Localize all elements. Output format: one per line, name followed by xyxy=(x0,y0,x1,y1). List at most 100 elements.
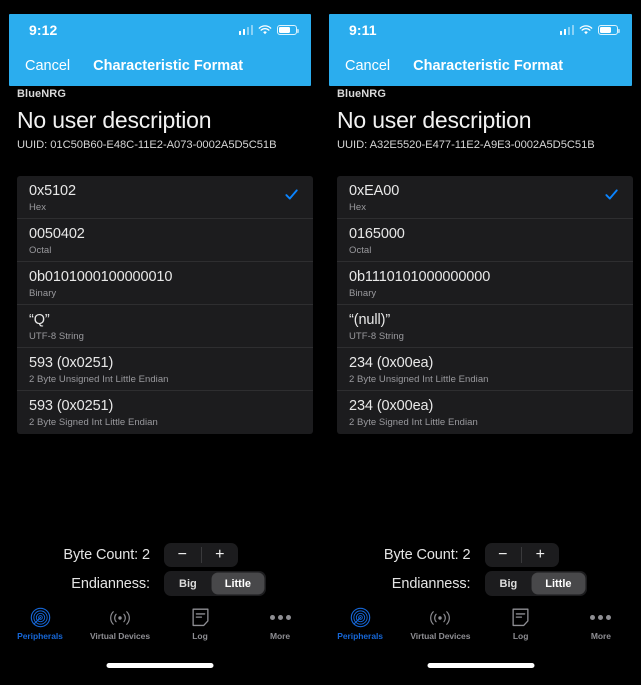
format-label: Hex xyxy=(349,202,367,213)
byte-count-row: Byte Count: 2 − + xyxy=(320,540,641,569)
format-value: 0b1110101000000000 xyxy=(349,269,491,285)
status-icon-group xyxy=(559,24,621,36)
format-row[interactable]: 593 (0x0251) 2 Byte Signed Int Little En… xyxy=(17,391,313,434)
format-label: 2 Byte Unsigned Int Little Endian xyxy=(29,374,169,385)
format-row[interactable]: 0b1110101000000000 Binary xyxy=(337,262,633,305)
characteristic-meta: BlueNRG No user description UUID: 01C50B… xyxy=(17,88,310,151)
format-row[interactable]: “(null)” UTF-8 String xyxy=(337,305,633,348)
peripherals-radar-icon xyxy=(350,607,371,628)
format-value: 234 (0x00ea) xyxy=(349,398,434,414)
endianness-label: Endianness: xyxy=(71,575,150,592)
tab-peripherals[interactable]: Peripherals xyxy=(0,602,80,646)
more-ellipsis-icon xyxy=(269,607,291,628)
byte-count-label-text: Byte Count: xyxy=(63,546,139,563)
log-document-icon xyxy=(512,607,529,628)
tab-bar: Peripherals Virtual Devices Log More xyxy=(320,602,641,646)
byte-count-value: 2 xyxy=(462,546,471,563)
format-value: 0x5102 xyxy=(29,183,76,199)
byte-count-label: Byte Count: 2 xyxy=(359,547,471,563)
wifi-icon xyxy=(579,24,593,34)
cancel-button[interactable]: Cancel xyxy=(25,58,70,74)
status-bar: 9:12 xyxy=(9,14,311,46)
decrement-button[interactable]: − xyxy=(164,543,201,567)
decrement-button[interactable]: − xyxy=(485,543,522,567)
tab-virtual-devices[interactable]: Virtual Devices xyxy=(80,602,160,646)
tab-log[interactable]: Log xyxy=(160,602,240,646)
cancel-button[interactable]: Cancel xyxy=(345,58,390,74)
increment-button[interactable]: + xyxy=(522,543,559,567)
battery-icon xyxy=(598,25,621,35)
navigation-bar: Cancel Characteristic Format xyxy=(9,46,311,86)
tab-bar: Peripherals Virtual Devices Log More xyxy=(0,602,320,646)
byte-count-label-text: Byte Count: xyxy=(383,546,459,563)
dual-screenshot-stage: 9:12 Cancel Characteristic Format BlueNR… xyxy=(0,0,641,685)
increment-button[interactable]: + xyxy=(202,543,239,567)
format-row[interactable]: 0b0101000100000010 Binary xyxy=(17,262,313,305)
device-name: BlueNRG xyxy=(17,88,66,100)
broadcast-waves-icon xyxy=(109,607,131,628)
tab-label: Peripherals xyxy=(17,631,63,641)
characteristic-description: No user description xyxy=(17,107,212,133)
format-row[interactable]: 593 (0x0251) 2 Byte Unsigned Int Little … xyxy=(17,348,313,391)
format-label: Octal xyxy=(349,245,372,256)
endianness-row: Endianness: Big Little xyxy=(0,569,320,598)
tab-label: Virtual Devices xyxy=(89,631,151,641)
format-row[interactable]: 0165000 Octal xyxy=(337,219,633,262)
format-list: 0xEA00 Hex 0165000 Octal 0b1110101000000… xyxy=(337,176,633,434)
byte-count-widget: − + xyxy=(164,542,282,567)
format-value: 0b0101000100000010 xyxy=(29,269,173,285)
peripherals-radar-icon xyxy=(30,607,51,628)
tab-label: Peripherals xyxy=(337,631,383,641)
endianness-row: Endianness: Big Little xyxy=(320,569,641,598)
byte-count-stepper: − + xyxy=(484,542,559,567)
home-indicator xyxy=(427,663,534,668)
phone-screen-left: 9:12 Cancel Characteristic Format BlueNR… xyxy=(0,0,320,685)
signal-bars-icon xyxy=(238,25,253,35)
byte-count-value: 2 xyxy=(142,546,150,563)
format-row[interactable]: 234 (0x00ea) 2 Byte Unsigned Int Little … xyxy=(337,348,633,391)
phone-screen-right: 9:11 Cancel Characteristic Format BlueNR… xyxy=(320,0,641,685)
format-label: UTF-8 String xyxy=(349,331,404,342)
app-header: 9:11 Cancel Characteristic Format xyxy=(329,14,632,86)
byte-count-row: Byte Count: 2 − + xyxy=(0,540,320,569)
format-label: 2 Byte Signed Int Little Endian xyxy=(29,417,158,428)
characteristic-description: No user description xyxy=(337,107,532,133)
checkmark-icon xyxy=(285,189,298,200)
format-row[interactable]: 0050402 Octal xyxy=(17,219,313,262)
tab-more[interactable]: More xyxy=(561,602,641,646)
endianness-segmented-control: Big Little xyxy=(164,571,267,596)
tab-peripherals[interactable]: Peripherals xyxy=(320,602,400,646)
characteristic-meta: BlueNRG No user description UUID: A32E55… xyxy=(337,88,631,151)
segment-big[interactable]: Big xyxy=(487,573,531,594)
segment-little[interactable]: Little xyxy=(532,573,585,594)
format-value: 593 (0x0251) xyxy=(29,398,114,414)
tab-label: Log xyxy=(512,631,529,641)
endianness-label: Endianness: xyxy=(391,575,471,592)
characteristic-uuid: UUID: 01C50B60-E48C-11E2-A073-0002A5D5C5… xyxy=(17,139,277,151)
navigation-bar: Cancel Characteristic Format xyxy=(329,46,632,86)
tab-more[interactable]: More xyxy=(240,602,320,646)
format-value: 0165000 xyxy=(349,226,405,242)
tab-log[interactable]: Log xyxy=(481,602,561,646)
format-controls: Byte Count: 2 − + Endianness: Big Little xyxy=(320,540,641,598)
format-row[interactable]: “Q” UTF-8 String xyxy=(17,305,313,348)
format-row[interactable]: 0xEA00 Hex xyxy=(337,176,633,219)
signal-bars-icon xyxy=(559,25,574,35)
status-clock: 9:12 xyxy=(29,22,58,38)
format-label: Binary xyxy=(349,288,377,299)
status-clock: 9:11 xyxy=(349,22,377,38)
log-document-icon xyxy=(191,607,209,628)
checkmark-icon xyxy=(605,189,618,200)
device-name: BlueNRG xyxy=(337,88,386,100)
segment-big[interactable]: Big xyxy=(166,573,210,594)
format-value: 593 (0x0251) xyxy=(29,355,114,371)
tab-virtual-devices[interactable]: Virtual Devices xyxy=(400,602,480,646)
format-row[interactable]: 0x5102 Hex xyxy=(17,176,313,219)
format-controls: Byte Count: 2 − + Endianness: Big Little xyxy=(0,540,320,598)
format-label: UTF-8 String xyxy=(29,331,84,342)
page-title: Characteristic Format xyxy=(93,58,244,74)
format-row[interactable]: 234 (0x00ea) 2 Byte Signed Int Little En… xyxy=(337,391,633,434)
tab-label: More xyxy=(590,631,611,641)
format-value: 234 (0x00ea) xyxy=(349,355,434,371)
segment-little[interactable]: Little xyxy=(211,573,265,594)
